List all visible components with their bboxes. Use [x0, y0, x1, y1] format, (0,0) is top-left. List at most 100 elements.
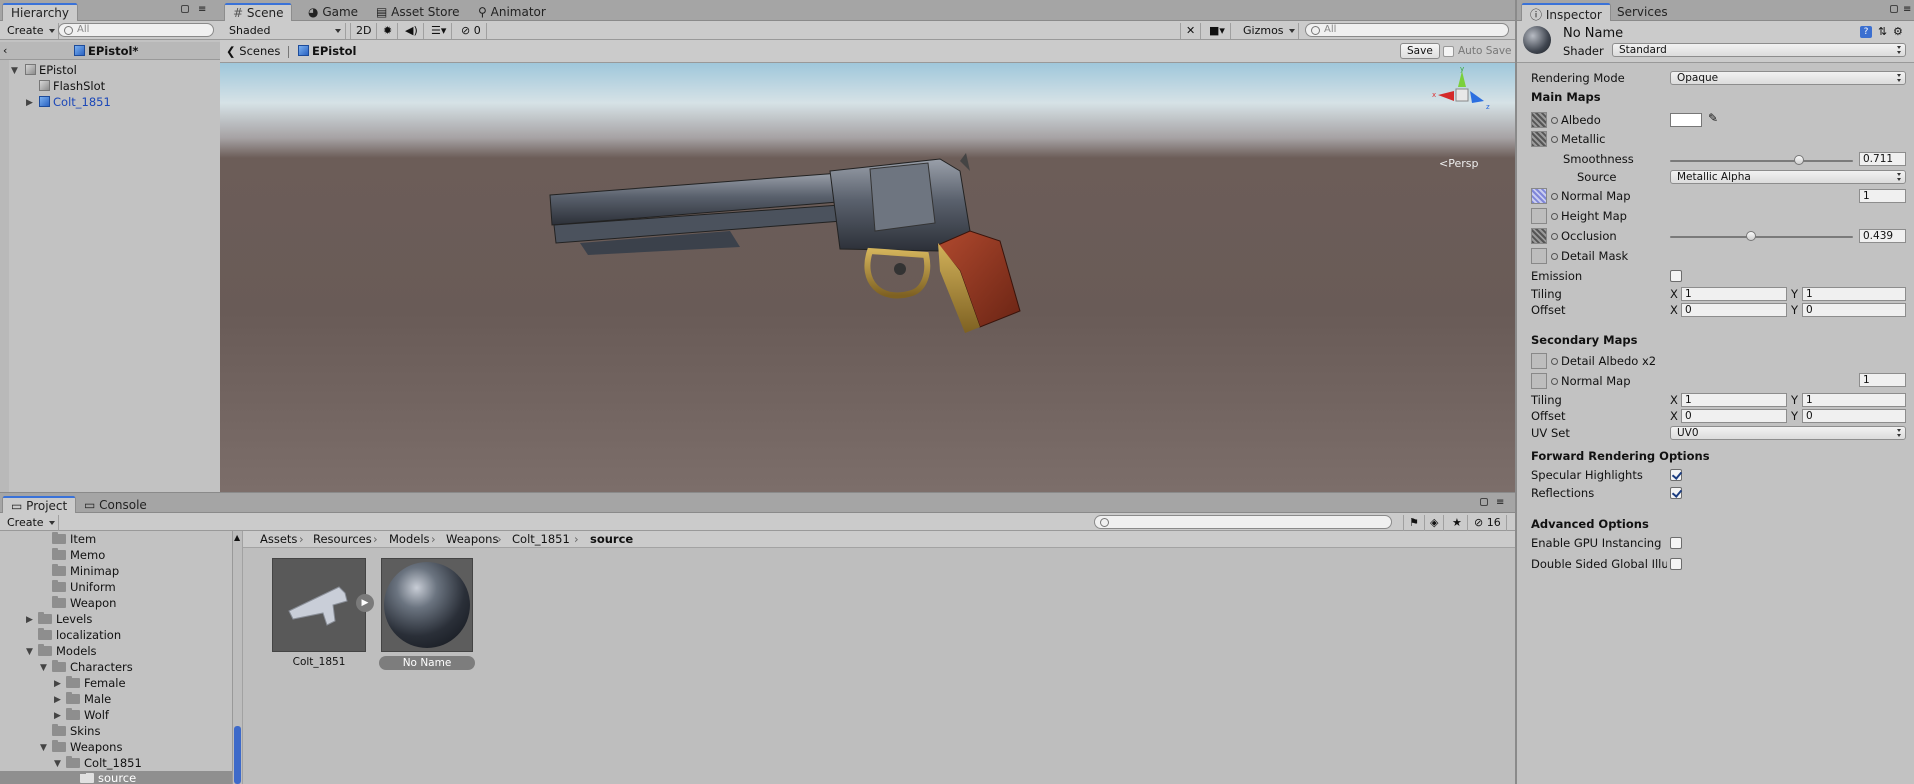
tools-icon[interactable]: ✕ [1180, 23, 1202, 39]
collapsed-arrow-icon[interactable]: ▶ [26, 98, 33, 108]
occlusion-texture-slot[interactable] [1531, 228, 1547, 244]
reflections-checkbox[interactable] [1670, 487, 1682, 499]
scene-viewport[interactable]: y x z <Persp [220, 63, 1515, 492]
gizmos-dropdown[interactable]: Gizmos [1238, 23, 1299, 39]
save-button[interactable]: Save [1400, 43, 1440, 59]
tab-animator[interactable]: ⚲ Animator [470, 3, 554, 21]
secondary-offset-y-field[interactable]: 0 [1802, 409, 1906, 423]
offset-x-field[interactable]: 0 [1681, 303, 1787, 317]
hidden-packages-toggle[interactable]: ⊘ 16 [1469, 515, 1507, 531]
metallic-texture-slot[interactable] [1531, 131, 1547, 147]
panel-menu-icon[interactable]: ≡ [1903, 4, 1911, 15]
settings-gear-icon[interactable]: ⚙ [1893, 25, 1903, 38]
picker-icon[interactable] [1551, 136, 1558, 143]
smoothness-slider-knob[interactable] [1794, 155, 1804, 165]
shader-dropdown[interactable]: Standard [1612, 43, 1906, 57]
offset-y-field[interactable]: 0 [1802, 303, 1906, 317]
tree-item-item[interactable]: Item [52, 531, 96, 547]
hierarchy-search-input[interactable]: All [58, 23, 214, 37]
secondary-normal-map-slot[interactable] [1531, 373, 1547, 389]
collapsed-arrow-icon[interactable]: ▶ [54, 679, 61, 689]
tab-console[interactable]: ▭ Console [76, 496, 155, 514]
expand-arrow-icon[interactable]: ▼ [40, 743, 47, 753]
tree-item-wolf[interactable]: Wolf [66, 707, 109, 723]
picker-icon[interactable] [1551, 193, 1558, 200]
occlusion-slider-track[interactable] [1670, 236, 1853, 238]
picker-icon[interactable] [1551, 233, 1558, 240]
revolver-model[interactable] [540, 151, 1060, 341]
tree-item-memo[interactable]: Memo [52, 547, 105, 563]
occlusion-field[interactable]: 0.439 [1859, 229, 1906, 243]
breadcrumb-weapons[interactable]: Weapons [446, 531, 498, 547]
normal-map-field[interactable]: 1 [1859, 189, 1906, 203]
tree-item-localization[interactable]: localization [38, 627, 121, 643]
tree-item-uniform[interactable]: Uniform [52, 579, 116, 595]
camera-dropdown-icon[interactable]: ■▾ [1204, 23, 1231, 39]
asset-tile-material[interactable]: No Name [379, 558, 475, 670]
detail-albedo-texture-slot[interactable] [1531, 353, 1547, 369]
prefab-breadcrumb[interactable]: EPistol [298, 44, 356, 58]
filter-label-icon[interactable]: ◈ [1425, 515, 1445, 531]
secondary-tiling-x-field[interactable]: 1 [1681, 393, 1787, 407]
specular-highlights-checkbox[interactable] [1670, 469, 1682, 481]
expand-arrow-icon[interactable]: ▼ [11, 66, 18, 76]
source-dropdown[interactable]: Metallic Alpha [1670, 170, 1906, 184]
hierarchy-item-flashslot[interactable]: FlashSlot [39, 78, 105, 94]
tree-item-models[interactable]: Models [38, 643, 97, 659]
smoothness-field[interactable]: 0.711 [1859, 152, 1906, 166]
expand-arrow-icon[interactable]: ▼ [26, 647, 33, 657]
favorites-star-icon[interactable]: ★ [1447, 515, 1468, 531]
audio-toggle-icon[interactable]: ◀) [400, 23, 424, 39]
persp-label[interactable]: <Persp [1439, 157, 1478, 170]
expand-arrow-icon[interactable]: ▼ [40, 663, 47, 673]
picker-icon[interactable] [1551, 213, 1558, 220]
filter-type-icon[interactable]: ⚑ [1403, 515, 1425, 531]
secondary-tiling-y-field[interactable]: 1 [1802, 393, 1906, 407]
tree-item-levels[interactable]: Levels [38, 611, 92, 627]
lighting-toggle-icon[interactable]: ✹ [378, 23, 399, 39]
effects-dropdown-icon[interactable]: ☰▾ [426, 23, 453, 39]
tree-item-minimap[interactable]: Minimap [52, 563, 119, 579]
scene-search-input[interactable]: All [1305, 23, 1509, 37]
breadcrumb-source[interactable]: source [590, 531, 633, 547]
rendering-mode-dropdown[interactable]: Opaque [1670, 71, 1906, 85]
hierarchy-item-colt[interactable]: Colt_1851 [39, 94, 111, 110]
picker-icon[interactable] [1551, 253, 1558, 260]
back-arrow-icon[interactable]: ‹ [3, 44, 7, 57]
tab-project[interactable]: ▭ Project [2, 496, 77, 514]
hidden-objects-toggle[interactable]: ⊘ 0 [456, 23, 487, 39]
panel-menu-icon[interactable]: ≡ [198, 4, 206, 15]
tab-asset-store[interactable]: ▤ Asset Store [368, 3, 468, 21]
tab-game[interactable]: ◕ Game [300, 3, 366, 21]
hierarchy-create-button[interactable]: Create [2, 23, 59, 39]
picker-icon[interactable] [1551, 358, 1558, 365]
tiling-y-field[interactable]: 1 [1802, 287, 1906, 301]
secondary-normal-map-field[interactable]: 1 [1859, 373, 1906, 387]
auto-save-checkbox[interactable] [1443, 46, 1454, 57]
picker-icon[interactable] [1551, 117, 1558, 124]
collapsed-arrow-icon[interactable]: ▶ [54, 711, 61, 721]
emission-checkbox[interactable] [1670, 270, 1682, 282]
uv-set-dropdown[interactable]: UV0 [1670, 426, 1906, 440]
double-sided-gi-checkbox[interactable] [1670, 558, 1682, 570]
tab-services[interactable]: Services [1609, 3, 1676, 21]
albedo-texture-slot[interactable] [1531, 112, 1547, 128]
normal-map-texture-slot[interactable] [1531, 188, 1547, 204]
tree-item-source[interactable]: source [80, 770, 136, 784]
detail-mask-texture-slot[interactable] [1531, 248, 1547, 264]
scenes-breadcrumb[interactable]: ❮ Scenes [226, 44, 280, 58]
tree-item-male[interactable]: Male [66, 691, 111, 707]
breadcrumb-resources[interactable]: Resources [313, 531, 372, 547]
tree-item-weapon[interactable]: Weapon [52, 595, 116, 611]
occlusion-slider-knob[interactable] [1746, 231, 1756, 241]
tab-inspector[interactable]: ⓘ Inspector [1521, 3, 1611, 22]
tab-hierarchy[interactable]: Hierarchy [2, 3, 79, 21]
tree-item-weapons[interactable]: Weapons [52, 739, 122, 755]
secondary-offset-x-field[interactable]: 0 [1681, 409, 1787, 423]
smoothness-slider-track[interactable] [1670, 160, 1853, 162]
help-icon[interactable]: ? [1860, 26, 1872, 38]
orientation-gizmo[interactable]: y x z [1430, 65, 1494, 125]
breadcrumb-assets[interactable]: Assets [260, 531, 297, 547]
tree-scrollbar[interactable]: ▲ [232, 531, 242, 784]
project-create-button[interactable]: Create [2, 515, 59, 531]
